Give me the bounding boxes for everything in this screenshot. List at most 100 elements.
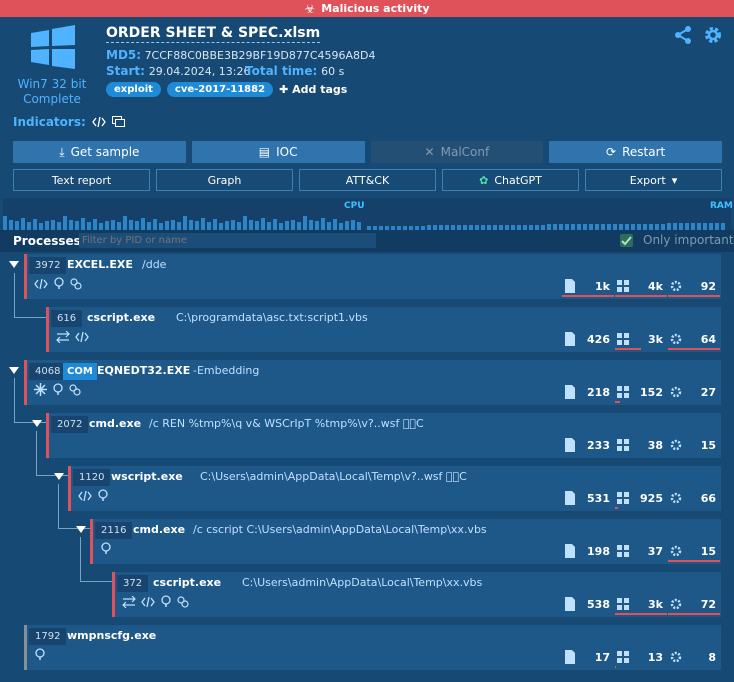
- process-filter-input[interactable]: [79, 233, 376, 248]
- files-stat[interactable]: 538: [562, 595, 614, 613]
- process-row[interactable]: 1792 wmpnscfg.exe 17 13 8: [24, 625, 721, 670]
- chain-icon[interactable]: [70, 277, 82, 293]
- registry-stat[interactable]: 3k: [615, 330, 667, 350]
- restart-button[interactable]: ⟳ Restart: [549, 141, 722, 163]
- expand-toggle-icon[interactable]: [54, 470, 68, 484]
- registry-stat[interactable]: 38: [615, 436, 667, 454]
- process-row[interactable]: 616 cscript.exe C:\programdata\asc.txt:scr…: [46, 307, 721, 352]
- stat-value: 27: [700, 386, 716, 399]
- total-time-value: 60 s: [321, 65, 345, 78]
- text-report-button[interactable]: Text report: [13, 169, 150, 191]
- stat-level-bar: [562, 295, 614, 297]
- tag-cve[interactable]: cve-2017-11882: [166, 82, 274, 97]
- ram-graph: [367, 223, 725, 230]
- wifi-icon[interactable]: [34, 648, 46, 664]
- process-name: wmpnscfg.exe: [67, 629, 157, 642]
- files-stat[interactable]: 218: [562, 383, 614, 401]
- registry-stat[interactable]: 152: [615, 383, 667, 403]
- wifi-icon[interactable]: [52, 383, 64, 399]
- ioc-button[interactable]: ▤ IOC: [191, 141, 365, 163]
- files-stat[interactable]: 1k: [562, 277, 614, 297]
- files-stat[interactable]: 17: [562, 648, 614, 666]
- registry-stat[interactable]: 3k: [615, 595, 667, 615]
- wifi-icon[interactable]: [53, 277, 65, 293]
- add-tags-label: Add tags: [292, 83, 348, 96]
- share-icon[interactable]: [673, 25, 693, 45]
- modules-stat[interactable]: 15: [668, 542, 720, 562]
- code-icon[interactable]: [75, 331, 89, 346]
- registry-stat[interactable]: 4k: [615, 277, 667, 297]
- process-command-line: /c REN %tmp%\q v& WSCrIpT %tmp%\v?..wsf …: [149, 417, 424, 430]
- export-button[interactable]: Export ▾: [585, 169, 722, 191]
- chatgpt-button[interactable]: ✿ ChatGPT: [442, 169, 579, 191]
- expand-toggle-icon[interactable]: [76, 523, 90, 537]
- stat-level-bar: [615, 295, 667, 297]
- processes-toolbar: Processes Only important: [0, 230, 734, 252]
- wifi-icon[interactable]: [97, 489, 109, 505]
- expand-toggle-icon[interactable]: [32, 417, 46, 431]
- stat-level-bar: [615, 507, 618, 509]
- registry-stat[interactable]: 13: [615, 648, 667, 668]
- process-row[interactable]: 4068 COM EQNEDT32.EXE -Embedding 218 152 27: [24, 360, 721, 405]
- modules-stat[interactable]: 15: [668, 436, 720, 454]
- windows-stack-icon[interactable]: [111, 116, 126, 128]
- files-stat[interactable]: 426: [562, 330, 614, 348]
- start-value: 29.04.2024, 13:26: [148, 65, 251, 78]
- tree-connector: [14, 273, 46, 318]
- stat-value: 15: [700, 439, 716, 452]
- process-row[interactable]: 2072 cmd.exe/c REN %tmp%\q v& WSCrIpT %tm…: [46, 413, 721, 458]
- modules-stat[interactable]: 64: [668, 330, 720, 350]
- graph-label: Graph: [207, 173, 242, 187]
- chain-icon[interactable]: [177, 595, 189, 611]
- get-sample-button[interactable]: ⤓ Get sample: [13, 141, 186, 163]
- add-tags-button[interactable]: ✚ Add tags: [279, 83, 347, 96]
- process-pid: 1792: [29, 628, 67, 645]
- tag-exploit[interactable]: exploit: [106, 82, 161, 97]
- graph-button[interactable]: Graph: [156, 169, 293, 191]
- modules-stat[interactable]: 27: [668, 383, 720, 401]
- export-label: Export: [629, 173, 666, 187]
- files-stat[interactable]: 233: [562, 436, 614, 454]
- attack-button[interactable]: ATT&CK: [299, 169, 436, 191]
- gear-icon[interactable]: [703, 25, 723, 45]
- modules-stat[interactable]: 92: [668, 277, 720, 297]
- chain-icon[interactable]: [69, 383, 81, 399]
- resource-graph: CPU RAM: [3, 198, 733, 230]
- network-icon[interactable]: [122, 595, 136, 611]
- network-icon[interactable]: [56, 330, 70, 346]
- files-stat[interactable]: 531: [562, 489, 614, 507]
- process-row[interactable]: 2116 cmd.exe/c cscript C:\Users\admin\App…: [90, 519, 721, 564]
- expand-toggle-icon[interactable]: [9, 258, 23, 272]
- stat-value: 426: [587, 333, 610, 346]
- modules-stat[interactable]: 8: [668, 648, 720, 666]
- get-sample-label: Get sample: [70, 145, 140, 159]
- stat-value: 38: [647, 439, 663, 452]
- wifi-icon[interactable]: [160, 595, 172, 611]
- process-indicators: [34, 648, 46, 664]
- files-stat[interactable]: 198: [562, 542, 614, 560]
- file-name[interactable]: ORDER SHEET & SPEC.xlsm: [106, 25, 321, 43]
- code-icon[interactable]: [141, 596, 155, 611]
- registry-stat[interactable]: 37: [615, 542, 667, 560]
- tags-row: exploit cve-2017-11882 ✚ Add tags: [106, 82, 347, 97]
- stat-value: 152: [640, 386, 663, 399]
- expand-toggle-icon[interactable]: [9, 364, 23, 378]
- registry-stat[interactable]: 925: [615, 489, 667, 509]
- stat-value: 64: [700, 333, 716, 346]
- chatgpt-icon: ✿: [479, 173, 489, 187]
- stat-level-bar: [668, 295, 720, 297]
- modules-stat[interactable]: 72: [668, 595, 720, 615]
- process-row[interactable]: 1120 wscript.exe C:\Users\admin\AppData\Lo…: [68, 466, 721, 511]
- md5-value[interactable]: 7CCF88C0BBE3B29BF19D877C4596A8D4: [145, 49, 376, 62]
- stat-value: 198: [587, 545, 610, 558]
- code-icon[interactable]: [91, 116, 106, 128]
- process-row[interactable]: 372 cscript.exe C:\Users\admin\AppData\Loc…: [112, 572, 721, 617]
- process-row[interactable]: 3972 EXCEL.EXE/dde 1k 4k 92: [24, 254, 721, 299]
- biohazard-icon: ☣: [304, 1, 316, 16]
- only-important-checkbox[interactable]: [620, 234, 633, 247]
- modules-stat[interactable]: 66: [668, 489, 720, 507]
- stat-value: 538: [587, 598, 610, 611]
- malconf-button[interactable]: ✕ MalConf: [370, 141, 544, 163]
- process-pid: 3972: [29, 257, 67, 274]
- primary-actions: ⤓ Get sample ▤ IOC ✕ MalConf ⟳ Restart: [13, 141, 722, 163]
